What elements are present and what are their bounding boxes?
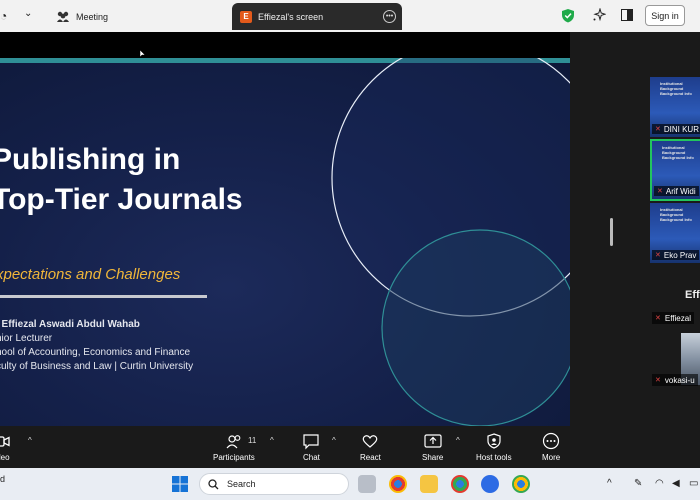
video-camera-icon [0, 436, 10, 447]
presentation-slide: Publishing in Top-Tier Journals xpectati… [0, 58, 570, 441]
chat-bubble-icon [303, 434, 320, 450]
participant-name-label: ✕ DINI KUR [652, 124, 700, 134]
chrome-profile-icon[interactable] [451, 475, 469, 493]
slide-divider [0, 295, 207, 298]
presenter-avatar-icon: E [240, 10, 252, 23]
panel-scrollbar[interactable] [610, 218, 613, 246]
tile-background-text: Institutional Background Background Info [660, 81, 692, 96]
volume-icon[interactable]: ◀ [672, 478, 680, 489]
react-label: React [360, 453, 381, 462]
author-school: hool of Accounting, Economics and Financ… [0, 347, 191, 358]
more-dots-icon [543, 432, 560, 450]
chrome-icon[interactable] [389, 475, 407, 493]
chat-button[interactable]: Chat [303, 432, 320, 462]
participants-icon [226, 435, 241, 449]
share-screen-icon [424, 434, 442, 448]
participant-name-label: ✕ Eko Prav [652, 250, 700, 260]
zoom-logo-icon[interactable]: ◔ [0, 9, 7, 23]
muted-mic-icon: ✕ [657, 188, 663, 195]
shield-check-icon[interactable] [561, 8, 575, 23]
zoom-app-icon[interactable] [481, 475, 499, 493]
heart-icon [363, 435, 378, 448]
author-name: . Effiezal Aswadi Abdul Wahab [0, 319, 140, 330]
participant-row[interactable]: ✕ vokasi-u [652, 374, 698, 386]
taskbar-left-fragment: d [0, 474, 6, 484]
participant-row[interactable]: ✕ Effiezal [652, 312, 694, 324]
meeting-people-icon [57, 11, 69, 22]
video-options-caret-icon[interactable]: ^ [28, 436, 32, 445]
participants-options-caret-icon[interactable]: ^ [270, 436, 274, 445]
wifi-icon[interactable]: ◠ [655, 478, 664, 489]
participant-video-tile[interactable]: Institutional Background Background Info … [650, 77, 700, 137]
share-label: Share [422, 453, 444, 462]
chat-options-caret-icon[interactable]: ^ [332, 436, 336, 445]
tile-background-text: Institutional Background Background Info [660, 207, 692, 222]
chevron-down-icon[interactable]: ⌄ [24, 8, 32, 19]
more-button[interactable]: More [542, 432, 560, 462]
participant-video-tile[interactable]: Institutional Background Background Info … [650, 203, 700, 263]
slide-title-line-1: Publishing in [0, 143, 181, 176]
tile-background-text: Institutional Background Background Info [662, 145, 694, 160]
mouse-cursor-icon [140, 50, 146, 58]
more-label: More [542, 453, 561, 462]
host-tools-button[interactable]: Host tools [476, 432, 512, 462]
muted-mic-icon: ✕ [655, 126, 661, 133]
task-view-icon[interactable] [358, 475, 376, 493]
tray-chevron-icon[interactable]: ^ [607, 478, 612, 489]
tab-meeting-label: Meeting [76, 11, 109, 22]
slide-title-line-2: Top-Tier Journals [0, 183, 243, 216]
muted-mic-icon: ✕ [655, 377, 661, 384]
slide-author-block: . Effiezal Aswadi Abdul Wahab nior Lectu… [0, 318, 193, 374]
speaker-name-header: Eff [685, 289, 700, 301]
windows-start-icon[interactable] [172, 476, 188, 492]
search-placeholder: Search [227, 479, 256, 489]
tab-shared-screen-label: Effiezal's screen [258, 11, 324, 22]
tab-shared-screen[interactable]: E Effiezal's screen ••• [232, 3, 402, 30]
taskbar-search-box[interactable]: Search [199, 473, 349, 495]
pen-icon[interactable]: ✎ [634, 478, 642, 489]
share-button[interactable]: Share [422, 432, 443, 462]
battery-icon[interactable]: ▭ [689, 478, 698, 489]
file-explorer-icon[interactable] [420, 475, 438, 493]
author-role: nior Lecturer [0, 333, 53, 344]
shared-screen-area: Publishing in Top-Tier Journals xpectati… [0, 32, 570, 441]
sparkle-ai-icon[interactable] [592, 8, 606, 22]
share-options-caret-icon[interactable]: ^ [456, 436, 460, 445]
more-options-icon[interactable]: ••• [383, 10, 396, 23]
author-faculty: culty of Business and Law | Curtin Unive… [0, 361, 194, 372]
participant-name-label: ✕ Arif Widi [654, 186, 699, 196]
windows-taskbar: d Search ^ ✎ ◠ ◀ ▭ [0, 468, 700, 500]
host-shield-icon [487, 433, 501, 449]
slide-subtitle: xpectations and Challenges [0, 266, 181, 283]
participant-video-tile-active[interactable]: Institutional Background Background Info … [650, 139, 700, 201]
muted-mic-icon: ✕ [655, 315, 661, 322]
panel-layout-icon[interactable] [621, 9, 633, 21]
video-label: ideo [0, 453, 10, 462]
chat-label: Chat [303, 453, 320, 462]
search-icon [208, 478, 219, 489]
video-button[interactable]: ideo [0, 432, 10, 462]
slide-title: Publishing in Top-Tier Journals [0, 140, 300, 220]
muted-mic-icon: ✕ [655, 252, 661, 259]
participants-label: Participants [213, 453, 255, 462]
react-button[interactable]: React [360, 432, 381, 462]
meeting-toolbar: ideo ^ Participants 11 ^ Chat ^ React Sh… [0, 426, 700, 468]
sign-in-button[interactable]: Sign in [645, 5, 685, 26]
zoom-window: ◔ ⌄ Meeting E Effiezal's screen ••• Sign… [0, 0, 700, 500]
title-bar: ◔ ⌄ Meeting E Effiezal's screen ••• Sign… [0, 0, 700, 32]
tab-meeting[interactable]: Meeting [56, 3, 176, 30]
participants-count: 11 [248, 436, 257, 445]
host-tools-label: Host tools [476, 453, 512, 462]
slide-decoration-circles [331, 58, 570, 427]
chrome-window-icon[interactable] [512, 475, 530, 493]
